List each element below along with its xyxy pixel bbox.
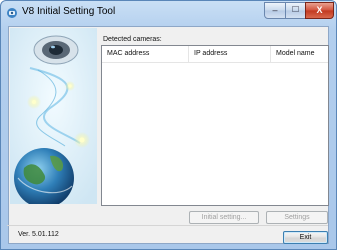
app-icon — [7, 8, 17, 18]
camera-globe-artwork — [10, 28, 97, 204]
column-mac-address[interactable]: MAC address — [102, 46, 189, 62]
detected-cameras-label: Detected cameras: — [103, 36, 162, 43]
camera-lens — [33, 35, 79, 65]
divider — [7, 225, 328, 226]
close-button[interactable]: X — [305, 2, 334, 19]
title-bar[interactable]: V8 Initial Setting Tool – □ X — [1, 1, 336, 25]
minimize-button[interactable]: – — [264, 2, 286, 19]
minimize-icon: – — [272, 5, 278, 15]
close-icon: X — [316, 5, 323, 15]
maximize-button[interactable]: □ — [285, 2, 306, 19]
exit-button[interactable]: Exit — [283, 231, 328, 244]
version-label: Ver. 5.01.112 — [18, 231, 59, 238]
camera-list[interactable]: MAC address IP address Model name — [101, 45, 329, 206]
initial-setting-button[interactable]: Initial setting... — [189, 211, 259, 224]
column-ip-address[interactable]: IP address — [189, 46, 271, 62]
maximize-icon: □ — [292, 4, 299, 15]
settings-button[interactable]: Settings — [266, 211, 328, 224]
window-title: V8 Initial Setting Tool — [22, 6, 116, 17]
column-model-name[interactable]: Model name — [271, 46, 328, 62]
list-header: MAC address IP address Model name — [102, 46, 328, 63]
